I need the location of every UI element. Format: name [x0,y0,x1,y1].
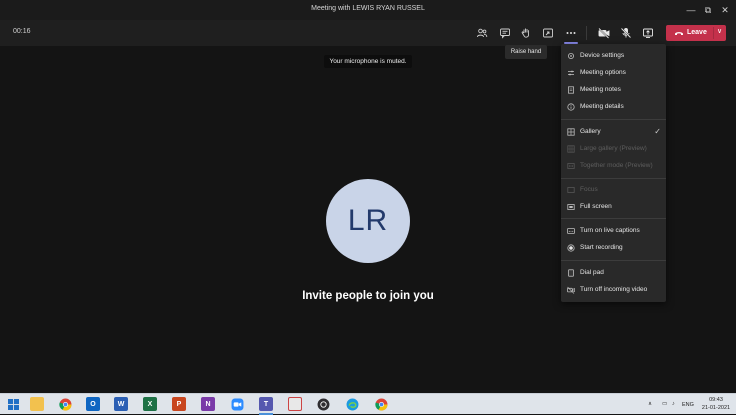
more-actions-menu: Device settings Meeting options Meeting … [561,44,666,302]
menu-item-device-settings[interactable]: Device settings [561,48,666,64]
menu-item-label: Together mode (Preview) [580,162,653,169]
language-indicator[interactable]: ENG [682,402,694,408]
menu-item-label: Meeting options [580,69,626,76]
menu-item-together-mode: Together mode (Preview) [561,158,666,174]
teams-icon[interactable]: T [259,397,273,411]
menu-item-label: Dial pad [580,269,604,276]
meeting-toolbar: 00:16 Leave ∨ [0,20,736,46]
menu-item-gallery[interactable]: Gallery ✓ [561,124,666,140]
menu-divider [561,218,666,219]
close-button[interactable]: ✕ [717,3,733,17]
file-explorer-icon[interactable] [30,397,44,411]
edge-icon[interactable] [345,397,359,411]
hang-up-icon [675,32,683,35]
chrome-icon[interactable] [374,397,388,411]
menu-item-label: Start recording [580,244,623,251]
word-icon[interactable]: W [114,397,128,411]
avatar: LR [326,179,410,263]
menu-divider [561,260,666,261]
clock-time[interactable]: 09:43 [704,397,728,403]
menu-item-focus: Focus [561,182,666,198]
menu-item-live-captions[interactable]: Turn on live captions [561,223,666,239]
meeting-timer: 00:16 [13,28,31,35]
menu-item-label: Full screen [580,203,612,210]
title-bar: Meeting with LEWIS RYAN RUSSEL — ⧉ ✕ [0,0,736,20]
volume-icon[interactable]: ♪ [672,401,675,407]
notes-icon [568,86,574,94]
clock-date[interactable]: 21-01-2021 [700,405,732,411]
menu-item-label: Turn on live captions [580,227,640,234]
tray-chevron-icon[interactable]: ∧ [648,401,652,407]
chevron-down-icon[interactable]: ∨ [717,27,722,35]
menu-item-meeting-notes[interactable]: Meeting notes [561,82,666,98]
powerpoint-icon[interactable]: P [172,397,186,411]
sliders-icon [568,70,574,76]
toolbar-divider [586,26,587,40]
large-gallery-icon [567,145,575,153]
focus-icon [567,187,575,193]
fullscreen-icon [567,204,575,210]
excel-icon[interactable]: X [143,397,157,411]
info-icon [567,103,575,111]
menu-item-label: Gallery [580,128,601,135]
menu-item-dial-pad[interactable]: Dial pad [561,265,666,281]
dialpad-icon [568,269,574,277]
muted-notification: Your microphone is muted. [324,55,412,68]
share-screen-icon[interactable] [641,26,655,40]
menu-item-label: Large gallery (Preview) [580,145,647,152]
menu-item-full-screen[interactable]: Full screen [561,199,666,215]
gear-icon [568,53,574,59]
snip-icon[interactable] [288,397,302,411]
captions-icon [567,228,575,234]
menu-item-label: Meeting notes [580,86,621,93]
participants-icon[interactable] [475,26,489,40]
menu-item-label: Device settings [580,52,625,59]
chrome-icon[interactable] [58,397,72,411]
chat-icon[interactable] [498,26,512,40]
menu-item-meeting-options[interactable]: Meeting options [561,65,666,81]
network-icon[interactable]: ▭ [662,401,667,407]
menu-item-label: Meeting details [580,103,624,110]
obs-icon[interactable] [316,397,330,411]
windows-taskbar: O W X P N T ∧ ▭ ♪ ENG 09:43 21-01-2021 [0,393,736,415]
windows-start-icon[interactable] [6,397,20,411]
camera-off-icon[interactable] [597,26,611,40]
menu-divider [561,178,666,179]
avatar-initials: LR [347,204,389,237]
menu-item-large-gallery: Large gallery (Preview) [561,141,666,157]
menu-item-meeting-details[interactable]: Meeting details [561,99,666,115]
zoom-icon[interactable] [230,397,244,411]
gallery-icon [567,128,575,136]
menu-item-start-recording[interactable]: Start recording [561,240,666,256]
leave-label: Leave [687,29,707,36]
menu-item-label: Turn off incoming video [580,286,648,293]
record-icon [567,244,575,252]
restore-button[interactable]: ⧉ [700,3,716,17]
share-tray-icon[interactable] [541,26,555,40]
invite-message: Invite people to join you [302,290,434,302]
outlook-icon[interactable]: O [86,397,100,411]
leave-divider [713,27,714,39]
raise-hand-icon[interactable] [519,26,533,40]
leave-button[interactable]: Leave ∨ [666,25,726,41]
onenote-icon[interactable]: N [201,397,215,411]
menu-divider [561,119,666,120]
video-off-icon [567,286,575,294]
raise-hand-tooltip: Raise hand [505,45,547,59]
minimize-button[interactable]: — [683,3,699,17]
menu-item-turn-off-incoming-video[interactable]: Turn off incoming video [561,282,666,298]
more-actions-icon[interactable] [564,26,578,40]
together-mode-icon [567,163,575,169]
window-title: Meeting with LEWIS RYAN RUSSEL [311,5,425,12]
menu-item-label: Focus [580,186,598,193]
mic-off-icon[interactable] [619,26,633,40]
checkmark-icon: ✓ [654,127,661,136]
